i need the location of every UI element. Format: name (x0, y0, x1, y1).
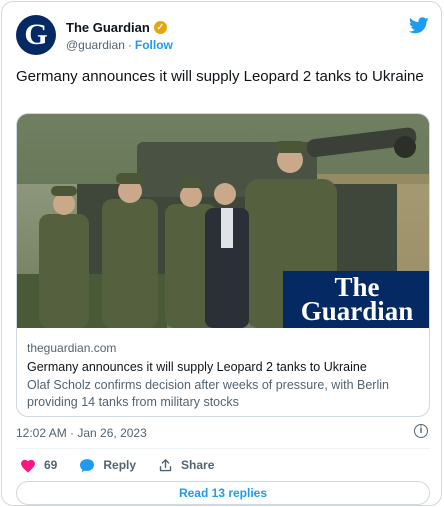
tweet-text: Germany announces it will supply Leopard… (16, 68, 424, 85)
link-title: Germany announces it will supply Leopard… (27, 360, 367, 374)
link-domain: theguardian.com (27, 341, 117, 355)
avatar[interactable]: G (16, 15, 56, 55)
guardian-logo: The Guardian (283, 271, 429, 328)
heart-icon (21, 459, 35, 473)
handle-row: @guardian · Follow (66, 38, 173, 52)
read-replies-button[interactable]: Read 13 replies (16, 481, 430, 505)
action-bar: 69 Reply Share (20, 456, 236, 474)
link-preview-card[interactable]: The Guardian theguardian.com Germany ann… (16, 113, 430, 417)
reply-button[interactable]: Reply (79, 458, 136, 473)
divider (16, 448, 430, 449)
link-info: theguardian.com Germany announces it wil… (17, 328, 429, 416)
tank-soldiers-photo: The Guardian (17, 114, 429, 328)
timestamp-row: 12:02 AM · Jan 26, 2023 i (16, 424, 430, 440)
share-icon (159, 458, 172, 471)
account-name-row: The Guardian ✓ (66, 20, 167, 35)
verified-badge-icon: ✓ (153, 21, 167, 34)
follow-button[interactable]: Follow (135, 38, 173, 52)
share-button[interactable]: Share (158, 458, 214, 473)
tweet-header: G The Guardian ✓ @guardian · Follow (16, 15, 431, 57)
link-description: Olaf Scholz confirms decision after week… (27, 378, 389, 409)
logo-line-2: Guardian (300, 296, 414, 326)
separator-dot: · (127, 38, 132, 52)
tweet-embed-card: G The Guardian ✓ @guardian · Follow Germ… (1, 1, 442, 506)
share-label: Share (181, 458, 215, 472)
account-name[interactable]: The Guardian (66, 20, 150, 35)
like-button[interactable]: 69 (20, 458, 57, 473)
timestamp[interactable]: 12:02 AM · Jan 26, 2023 (16, 426, 147, 440)
twitter-bird-icon[interactable] (409, 17, 429, 34)
reply-bubble-icon (80, 458, 95, 472)
like-count: 69 (44, 458, 58, 472)
reply-label: Reply (103, 458, 137, 472)
info-icon[interactable]: i (414, 424, 428, 438)
account-handle[interactable]: @guardian (66, 38, 125, 52)
